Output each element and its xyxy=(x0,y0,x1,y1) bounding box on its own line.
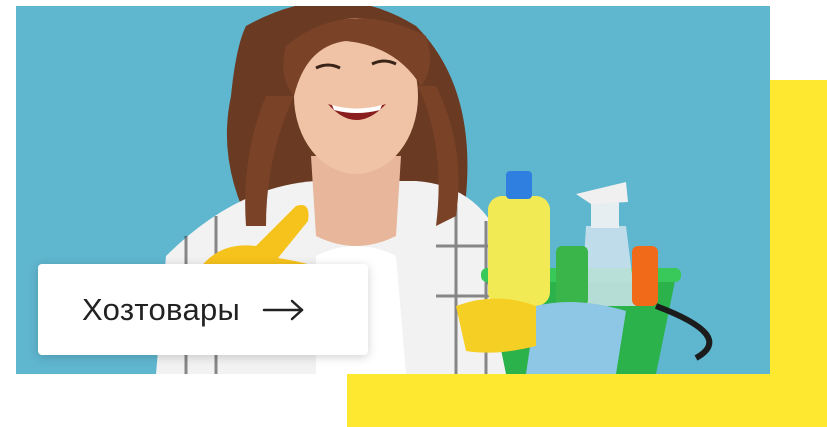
category-label: Хозтовары xyxy=(82,291,241,327)
category-button[interactable]: Хозтовары xyxy=(38,264,368,355)
arrow-right-icon xyxy=(262,299,304,320)
